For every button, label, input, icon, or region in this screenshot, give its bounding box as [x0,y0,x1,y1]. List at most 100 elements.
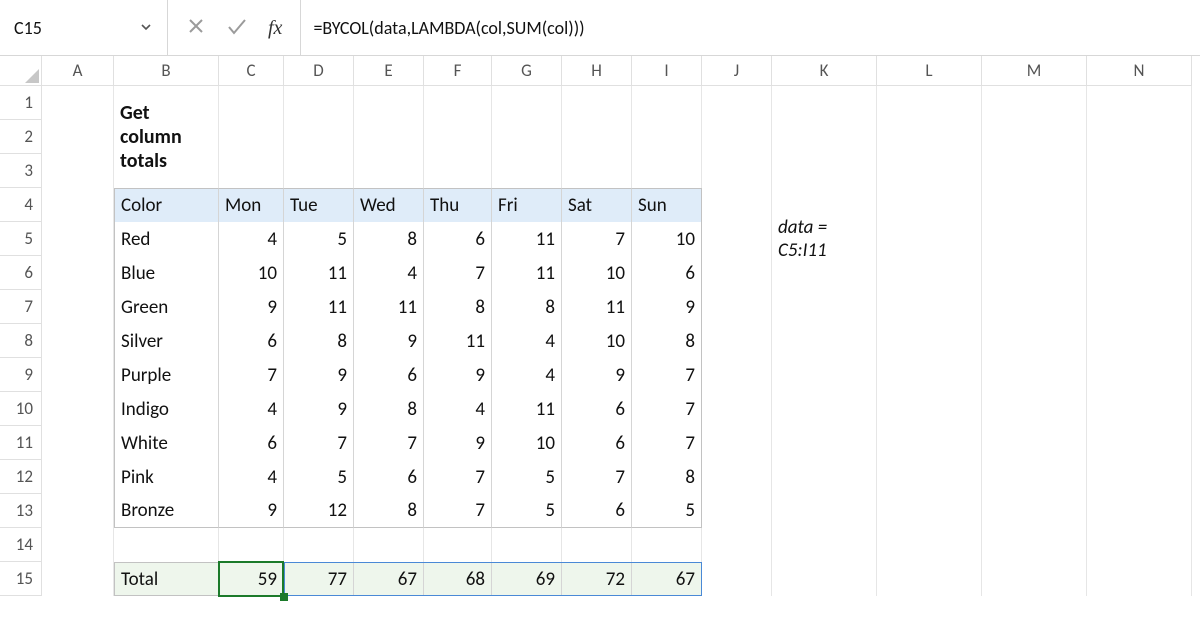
cell-M,10[interactable] [982,392,1087,426]
cell-J,4[interactable] [702,188,772,222]
cell-I,6[interactable]: 6 [632,256,702,290]
cell-H,3[interactable] [562,154,632,188]
cell-G,15[interactable]: 69 [492,562,562,596]
cell-F,1[interactable] [424,86,492,120]
cell-B,9[interactable]: Purple [114,358,219,392]
cell-D,11[interactable]: 7 [284,426,354,460]
cell-H,5[interactable]: 7 [562,222,632,256]
cell-E,13[interactable]: 8 [354,494,424,528]
cell-N,10[interactable] [1087,392,1192,426]
row-header[interactable]: 9 [0,358,42,392]
cell-B,7[interactable]: Green [114,290,219,324]
cell-B,15[interactable]: Total [114,562,219,596]
cell-L,5[interactable] [877,222,982,256]
column-header[interactable]: L [877,56,982,86]
cell-C,1[interactable] [219,86,284,120]
cell-L,11[interactable] [877,426,982,460]
cell-G,5[interactable]: 11 [492,222,562,256]
cell-C,5[interactable]: 4 [219,222,284,256]
cell-H,9[interactable]: 9 [562,358,632,392]
row-header[interactable]: 14 [0,528,42,562]
cell-L,1[interactable] [877,86,982,120]
cell-F,3[interactable] [424,154,492,188]
cell-F,7[interactable]: 8 [424,290,492,324]
cell-A,9[interactable] [42,358,114,392]
cell-N,9[interactable] [1087,358,1192,392]
row-header[interactable]: 11 [0,426,42,460]
cell-A,5[interactable] [42,222,114,256]
column-header[interactable]: H [562,56,632,86]
cell-F,6[interactable]: 7 [424,256,492,290]
cell-D,7[interactable]: 11 [284,290,354,324]
cell-C,3[interactable] [219,154,284,188]
cell-K,13[interactable] [772,494,877,528]
cell-A,12[interactable] [42,460,114,494]
cell-D,14[interactable] [284,528,354,562]
row-header[interactable]: 1 [0,86,42,120]
enter-icon[interactable] [226,15,248,41]
cell-J,10[interactable] [702,392,772,426]
cell-J,5[interactable] [702,222,772,256]
cell-M,2[interactable] [982,120,1087,154]
cell-G,1[interactable] [492,86,562,120]
cell-A,11[interactable] [42,426,114,460]
cell-C,6[interactable]: 10 [219,256,284,290]
cell-B,4[interactable]: Color [114,188,219,222]
cell-A,10[interactable] [42,392,114,426]
cell-B,2[interactable]: Get column totals [114,120,219,154]
cell-D,5[interactable]: 5 [284,222,354,256]
cell-I,14[interactable] [632,528,702,562]
cell-N,12[interactable] [1087,460,1192,494]
cell-E,7[interactable]: 11 [354,290,424,324]
cell-L,4[interactable] [877,188,982,222]
column-header[interactable]: A [42,56,114,86]
cell-E,15[interactable]: 67 [354,562,424,596]
cell-C,15[interactable]: 59 [219,562,284,596]
column-header[interactable]: G [492,56,562,86]
cell-D,4[interactable]: Tue [284,188,354,222]
cell-F,9[interactable]: 9 [424,358,492,392]
cell-B,12[interactable]: Pink [114,460,219,494]
column-header[interactable]: K [772,56,877,86]
cell-K,2[interactable] [772,120,877,154]
row-header[interactable]: 4 [0,188,42,222]
cell-G,9[interactable]: 4 [492,358,562,392]
cell-E,12[interactable]: 6 [354,460,424,494]
cell-H,2[interactable] [562,120,632,154]
cell-E,8[interactable]: 9 [354,324,424,358]
cell-E,10[interactable]: 8 [354,392,424,426]
cell-D,12[interactable]: 5 [284,460,354,494]
cell-G,13[interactable]: 5 [492,494,562,528]
cell-H,1[interactable] [562,86,632,120]
cell-E,5[interactable]: 8 [354,222,424,256]
cell-A,1[interactable] [42,86,114,120]
cell-L,6[interactable] [877,256,982,290]
cell-A,4[interactable] [42,188,114,222]
cell-N,13[interactable] [1087,494,1192,528]
cell-B,8[interactable]: Silver [114,324,219,358]
cell-K,12[interactable] [772,460,877,494]
cell-E,3[interactable] [354,154,424,188]
cell-M,11[interactable] [982,426,1087,460]
cell-D,15[interactable]: 77 [284,562,354,596]
select-all-corner[interactable] [0,56,42,86]
row-header[interactable]: 3 [0,154,42,188]
cell-M,5[interactable] [982,222,1087,256]
cell-I,10[interactable]: 7 [632,392,702,426]
row-header[interactable]: 2 [0,120,42,154]
cell-F,14[interactable] [424,528,492,562]
cell-I,12[interactable]: 8 [632,460,702,494]
cell-H,6[interactable]: 10 [562,256,632,290]
cell-J,13[interactable] [702,494,772,528]
column-header[interactable]: N [1087,56,1192,86]
cell-L,8[interactable] [877,324,982,358]
cell-H,12[interactable]: 7 [562,460,632,494]
cell-J,7[interactable] [702,290,772,324]
cell-K,3[interactable] [772,154,877,188]
cell-I,8[interactable]: 8 [632,324,702,358]
cell-J,6[interactable] [702,256,772,290]
cell-L,14[interactable] [877,528,982,562]
cell-K,8[interactable] [772,324,877,358]
cell-D,9[interactable]: 9 [284,358,354,392]
cell-M,12[interactable] [982,460,1087,494]
